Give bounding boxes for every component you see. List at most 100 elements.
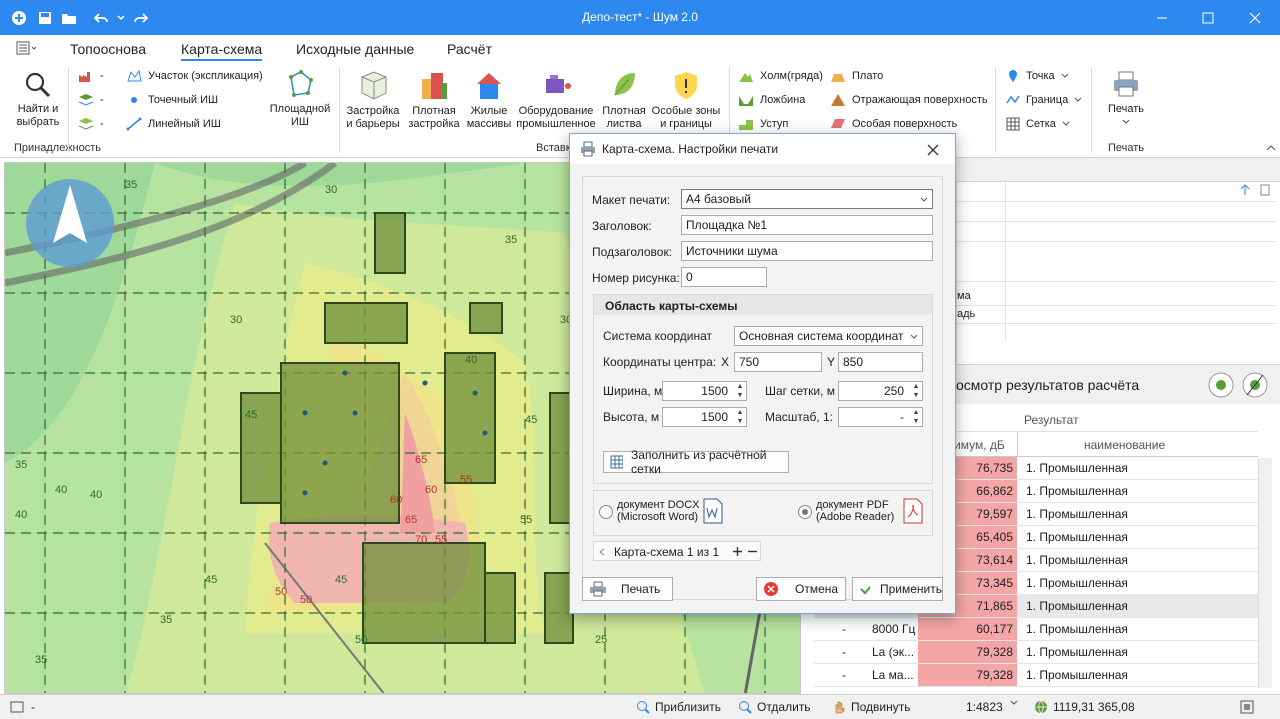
close-icon[interactable] bbox=[1245, 8, 1265, 28]
table-row[interactable]: - 8000 Гц 60,177 1. Промышленная bbox=[814, 618, 1258, 641]
height-label: Высота, м bbox=[603, 410, 660, 424]
tab-karta-skhema[interactable]: Карта-схема bbox=[181, 41, 263, 61]
col-max[interactable]: имум, дБ bbox=[954, 438, 1005, 452]
chevron-down-icon bbox=[1061, 73, 1068, 78]
table-row[interactable]: - Lа ма... 79,328 1. Промышленная bbox=[814, 664, 1258, 687]
grid-step-input[interactable]: 250 ▲ ▼ bbox=[838, 381, 923, 401]
subheading-input[interactable]: Источники шума bbox=[681, 241, 933, 261]
scale-spinner[interactable]: ▲ ▼ bbox=[910, 408, 922, 426]
buildings-button[interactable]: Застройка и барьеры bbox=[344, 69, 402, 131]
line-source-button[interactable]: Линейный ИШ bbox=[126, 117, 221, 131]
scale-dropdown-icon[interactable] bbox=[1010, 700, 1018, 706]
ribbon-separator bbox=[68, 67, 69, 153]
chevron-down-icon bbox=[920, 197, 928, 202]
center-y-input[interactable]: 850 bbox=[838, 352, 923, 372]
y-label: Y bbox=[827, 355, 836, 369]
group-label-membership: Принадлежность bbox=[14, 142, 102, 154]
chevron-left-icon[interactable] bbox=[599, 548, 605, 556]
ribbon-menu-icon[interactable] bbox=[16, 41, 38, 58]
scale-input[interactable]: - ▲ ▼ bbox=[838, 407, 923, 427]
props-row-label: ма bbox=[957, 290, 971, 302]
dense-buildings-button[interactable]: Плотная застройка bbox=[406, 69, 462, 131]
tab-calculation[interactable]: Расчёт bbox=[447, 41, 492, 57]
height-spinner[interactable]: ▲ ▼ bbox=[734, 408, 746, 426]
checkmark-icon bbox=[860, 585, 870, 595]
contour-label: 65 bbox=[405, 514, 417, 526]
docx-radio[interactable] bbox=[599, 505, 613, 519]
tab-topoosnova[interactable]: Топооснова bbox=[70, 41, 146, 57]
apply-button[interactable]: Применить bbox=[852, 577, 943, 601]
row-name: 1. Промышленная bbox=[1026, 553, 1128, 567]
print-ribbon-button[interactable]: Печать bbox=[1098, 69, 1154, 129]
area-item-button[interactable]: Участок (экспликация) bbox=[126, 69, 263, 83]
point-dropdown[interactable]: Точка bbox=[1006, 69, 1069, 83]
status-left-value: - bbox=[31, 700, 35, 714]
center-x-input[interactable]: 750 bbox=[734, 352, 822, 372]
reflecting-surface-button[interactable]: Отражающая поверхность bbox=[830, 93, 988, 107]
contour-label: 40 bbox=[465, 354, 477, 366]
cancel-button[interactable]: Отмена bbox=[756, 577, 846, 601]
pan-button[interactable]: Подвинуть bbox=[832, 700, 911, 714]
height-input[interactable]: 1500 ▲ ▼ bbox=[662, 407, 747, 427]
contour-label: 65 bbox=[415, 454, 427, 466]
layout-select[interactable]: А4 базовый bbox=[681, 189, 933, 209]
view-results-icon[interactable] bbox=[1207, 371, 1235, 402]
status-bar: - Приблизить Отдалить Подвинуть 1:4823 1… bbox=[0, 694, 1280, 719]
membership-item-2[interactable]: - bbox=[78, 93, 104, 107]
remove-page-icon[interactable] bbox=[748, 547, 757, 556]
special-zones-button[interactable]: Особые зоны и границы bbox=[650, 69, 722, 131]
zoom-out-button[interactable]: Отдалить bbox=[738, 700, 811, 714]
width-spinner[interactable]: ▲ ▼ bbox=[734, 382, 746, 400]
width-input[interactable]: 1500 ▲ ▼ bbox=[662, 381, 747, 401]
hollow-button[interactable]: Ложбина bbox=[738, 93, 805, 107]
status-settings-icon[interactable] bbox=[1240, 700, 1254, 714]
figure-number-input[interactable]: 0 bbox=[681, 267, 767, 287]
contour-label: 35 bbox=[35, 654, 47, 666]
docx-option-label[interactable]: документ DOCX (Microsoft Word) bbox=[617, 499, 699, 523]
pdf-radio[interactable] bbox=[798, 505, 812, 519]
table-row[interactable]: - Lа (эк... 79,328 1. Промышленная bbox=[814, 641, 1258, 664]
point-source-button[interactable]: Точечный ИШ bbox=[126, 93, 218, 107]
maximize-icon[interactable] bbox=[1198, 8, 1218, 28]
add-page-icon[interactable] bbox=[733, 547, 742, 556]
row-name: 1. Промышленная bbox=[1026, 576, 1128, 590]
membership-item-1[interactable]: - bbox=[78, 69, 104, 83]
col-name[interactable]: наименование bbox=[1084, 438, 1165, 452]
ledge-button[interactable]: Уступ bbox=[738, 117, 788, 131]
grid-dropdown[interactable]: Сетка bbox=[1006, 117, 1070, 131]
membership-item-1-label: - bbox=[100, 70, 104, 82]
residential-button[interactable]: Жилые массивы bbox=[466, 69, 512, 131]
special-surface-button[interactable]: Особая поверхность bbox=[830, 117, 957, 131]
results-scrollbar[interactable] bbox=[1258, 458, 1272, 688]
hill-button[interactable]: Холм(гряда) bbox=[738, 69, 823, 83]
membership-item-3[interactable]: - bbox=[78, 117, 104, 131]
coord-system-select[interactable]: Основная система координат bbox=[734, 326, 923, 346]
plateau-button[interactable]: Плато bbox=[830, 69, 883, 83]
contour-label: 40 bbox=[90, 489, 102, 501]
status-layers-icon[interactable]: - bbox=[10, 700, 35, 714]
grid-label: Сетка bbox=[1026, 118, 1056, 130]
dialog-titlebar: Карта-схема. Настройки печати bbox=[570, 134, 955, 164]
pdf-option-label[interactable]: документ PDF (Adobe Reader) bbox=[816, 499, 894, 523]
close-icon[interactable] bbox=[927, 144, 939, 156]
border-dropdown[interactable]: Граница bbox=[1006, 93, 1082, 107]
dense-foliage-button[interactable]: Плотная листва bbox=[600, 69, 648, 131]
collapse-ribbon-icon[interactable] bbox=[1266, 141, 1276, 155]
zoom-in-button[interactable]: Приблизить bbox=[636, 700, 721, 714]
doc-link-icon[interactable] bbox=[1259, 184, 1271, 199]
fill-from-grid-button[interactable]: Заполнить из расчётной сетки bbox=[603, 448, 789, 476]
hide-results-icon[interactable] bbox=[1241, 371, 1269, 402]
layers-icon bbox=[78, 94, 94, 106]
row-name: 1. Промышленная bbox=[1026, 599, 1128, 613]
area-source-button[interactable]: Площадной ИШ bbox=[266, 69, 334, 129]
sort-up-icon[interactable] bbox=[1239, 184, 1251, 199]
find-select-button[interactable]: Найти и выбрать bbox=[10, 71, 66, 129]
grid-step-spinner[interactable]: ▲ ▼ bbox=[910, 382, 922, 400]
heading-input[interactable]: Площадка №1 bbox=[681, 215, 933, 235]
industrial-equipment-button[interactable]: Оборудование промышленное bbox=[514, 69, 598, 131]
contour-label: 40 bbox=[55, 484, 67, 496]
print-button[interactable]: Печать bbox=[582, 577, 673, 601]
minimize-icon[interactable] bbox=[1152, 8, 1172, 28]
ribbon-tabs: Топооснова Карта-схема Исходные данные Р… bbox=[0, 35, 1280, 63]
tab-source-data[interactable]: Исходные данные bbox=[296, 41, 414, 57]
